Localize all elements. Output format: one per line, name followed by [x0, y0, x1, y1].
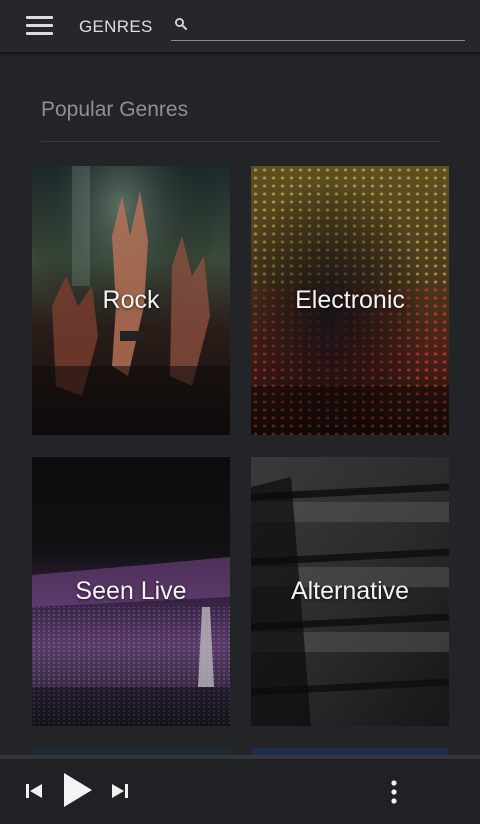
play-icon[interactable]	[62, 771, 94, 809]
genres-content: Popular Genres Rock Electronic Seen Live…	[0, 52, 480, 755]
skip-previous-icon[interactable]	[24, 781, 44, 801]
genre-tile-rock[interactable]: Rock	[32, 166, 230, 435]
genre-label: Seen Live	[75, 577, 187, 605]
menu-icon[interactable]	[26, 16, 53, 36]
search-icon	[175, 18, 187, 30]
genre-label: Rock	[102, 286, 160, 314]
genre-tile-alternative[interactable]: Alternative	[251, 457, 449, 726]
genre-tile-seen-live[interactable]: Seen Live	[32, 457, 230, 726]
genre-tile-partial[interactable]	[32, 748, 230, 755]
genre-label: Alternative	[290, 577, 410, 605]
more-vert-icon[interactable]	[384, 779, 404, 805]
player-bar	[0, 755, 480, 824]
skip-next-icon[interactable]	[110, 781, 130, 801]
app-bar: GENRES	[0, 0, 480, 52]
search-bar[interactable]	[171, 10, 465, 41]
genre-tile-electronic[interactable]: Electronic	[251, 166, 449, 435]
genre-tile-partial[interactable]	[251, 748, 449, 755]
section-title: Popular Genres	[41, 98, 189, 121]
section-divider	[41, 141, 440, 142]
genre-label: Electronic	[295, 286, 405, 314]
search-input[interactable]	[195, 12, 465, 38]
page-title: GENRES	[79, 17, 153, 36]
